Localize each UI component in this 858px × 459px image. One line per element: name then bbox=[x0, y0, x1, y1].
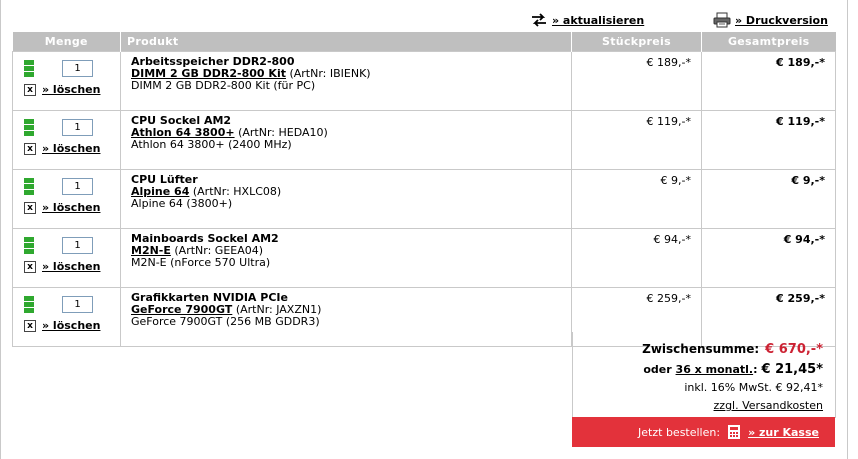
column-header-unit-price: Stückpreis bbox=[571, 32, 702, 52]
product-cell: Grafikkarten NVIDIA PCIe GeForce 7900GT … bbox=[120, 287, 572, 347]
table-row: x » löschen Arbeitsspeicher DDR2-800 DIM… bbox=[12, 51, 836, 111]
checkout-bar: Jetzt bestellen: » zur Kasse bbox=[572, 417, 835, 447]
qty-cell: x » löschen bbox=[12, 169, 121, 229]
delete-link[interactable]: » löschen bbox=[42, 83, 100, 96]
column-header-qty: Menge bbox=[12, 32, 121, 52]
table-row: x » löschen CPU Sockel AM2 Athlon 64 380… bbox=[12, 110, 836, 170]
delete-link[interactable]: » löschen bbox=[42, 142, 100, 155]
unit-price-cell: € 119,-* bbox=[571, 110, 702, 170]
delete-link[interactable]: » löschen bbox=[42, 201, 100, 214]
delete-button[interactable]: x » löschen bbox=[24, 201, 114, 214]
financing-link[interactable]: 36 x monatl. bbox=[676, 363, 754, 376]
qty-cell: x » löschen bbox=[12, 228, 121, 288]
product-description: DIMM 2 GB DDR2-800 Kit (für PC) bbox=[131, 79, 316, 92]
print-button[interactable]: » Druckversion bbox=[713, 12, 828, 28]
quantity-input[interactable] bbox=[62, 295, 93, 313]
column-header-total-price: Gesamtpreis bbox=[701, 32, 836, 52]
stock-indicator-icon bbox=[24, 236, 34, 254]
product-cell: Arbeitsspeicher DDR2-800 DIMM 2 GB DDR2-… bbox=[120, 51, 572, 111]
qty-cell: x » löschen bbox=[12, 51, 121, 111]
refresh-button[interactable]: » aktualisieren bbox=[530, 12, 644, 28]
quantity-input[interactable] bbox=[62, 118, 93, 136]
cart-toolbar: » aktualisieren » Druckversion bbox=[0, 10, 858, 32]
total-price-cell: € 119,-* bbox=[701, 110, 836, 170]
total-price-cell: € 94,-* bbox=[701, 228, 836, 288]
product-cell: Mainboards Sockel AM2 M2N-E (ArtNr: GEEA… bbox=[120, 228, 572, 288]
product-description: Athlon 64 3800+ (2400 MHz) bbox=[131, 138, 292, 151]
delete-link[interactable]: » löschen bbox=[42, 319, 100, 332]
quantity-input[interactable] bbox=[62, 59, 93, 77]
column-header-product: Produkt bbox=[120, 32, 572, 52]
total-price-cell: € 189,-* bbox=[701, 51, 836, 111]
product-description: GeForce 7900GT (256 MB GDDR3) bbox=[131, 315, 320, 328]
delete-checkbox-icon[interactable]: x bbox=[24, 83, 36, 96]
product-description: Alpine 64 (3800+) bbox=[131, 197, 233, 210]
refresh-icon bbox=[532, 13, 546, 27]
subtotal-label: Zwischensumme: bbox=[642, 342, 760, 356]
calculator-icon bbox=[728, 425, 741, 439]
page-frame-right bbox=[847, 0, 848, 459]
printer-icon bbox=[713, 12, 731, 28]
print-link[interactable]: » Druckversion bbox=[735, 14, 828, 27]
cart-table: Menge Produkt Stückpreis Gesamtpreis x »… bbox=[12, 32, 836, 347]
quantity-input[interactable] bbox=[62, 177, 93, 195]
table-header: Menge Produkt Stückpreis Gesamtpreis bbox=[12, 32, 836, 52]
financing-value: € 21,45* bbox=[761, 362, 824, 377]
unit-price-cell: € 9,-* bbox=[571, 169, 702, 229]
checkout-label: Jetzt bestellen: bbox=[638, 425, 721, 439]
delete-checkbox-icon[interactable]: x bbox=[24, 319, 36, 332]
unit-price-cell: € 94,-* bbox=[571, 228, 702, 288]
financing-colon: : bbox=[753, 363, 758, 376]
delete-checkbox-icon[interactable]: x bbox=[24, 260, 36, 273]
financing-row: oder 36 x monatl.: € 21,45* bbox=[643, 362, 823, 377]
subtotal-value: € 670,-* bbox=[765, 342, 823, 357]
product-description: M2N-E (nForce 570 Ultra) bbox=[131, 256, 271, 269]
shipping-row: zzgl. Versandkosten bbox=[714, 399, 823, 412]
stock-indicator-icon bbox=[24, 295, 34, 313]
delete-checkbox-icon[interactable]: x bbox=[24, 142, 36, 155]
qty-cell: x » löschen bbox=[12, 110, 121, 170]
quantity-input[interactable] bbox=[62, 236, 93, 254]
total-price-cell: € 9,-* bbox=[701, 169, 836, 229]
page-frame-left bbox=[0, 0, 1, 459]
financing-prefix: oder bbox=[643, 363, 672, 376]
shipping-costs-link[interactable]: zzgl. Versandkosten bbox=[714, 399, 823, 412]
delete-checkbox-icon[interactable]: x bbox=[24, 201, 36, 214]
cart-summary: Zwischensumme: € 670,-* oder 36 x monatl.… bbox=[572, 332, 836, 418]
stock-indicator-icon bbox=[24, 118, 34, 136]
stock-indicator-icon bbox=[24, 177, 34, 195]
refresh-link[interactable]: » aktualisieren bbox=[552, 14, 644, 27]
qty-cell: x » löschen bbox=[12, 287, 121, 347]
unit-price-cell: € 189,-* bbox=[571, 51, 702, 111]
delete-button[interactable]: x » löschen bbox=[24, 260, 114, 273]
delete-button[interactable]: x » löschen bbox=[24, 142, 114, 155]
table-row: x » löschen CPU Lüfter Alpine 64 (ArtNr:… bbox=[12, 169, 836, 229]
product-cell: CPU Lüfter Alpine 64 (ArtNr: HXLC08) Alp… bbox=[120, 169, 572, 229]
subtotal-row: Zwischensumme: € 670,-* bbox=[642, 342, 823, 357]
vat-info: inkl. 16% MwSt. € 92,41* bbox=[684, 381, 823, 394]
table-row: x » löschen Mainboards Sockel AM2 M2N-E … bbox=[12, 228, 836, 288]
delete-link[interactable]: » löschen bbox=[42, 260, 100, 273]
product-cell: CPU Sockel AM2 Athlon 64 3800+ (ArtNr: H… bbox=[120, 110, 572, 170]
delete-button[interactable]: x » löschen bbox=[24, 319, 114, 332]
delete-button[interactable]: x » löschen bbox=[24, 83, 114, 96]
checkout-button[interactable]: » zur Kasse bbox=[748, 426, 819, 439]
stock-indicator-icon bbox=[24, 59, 34, 77]
